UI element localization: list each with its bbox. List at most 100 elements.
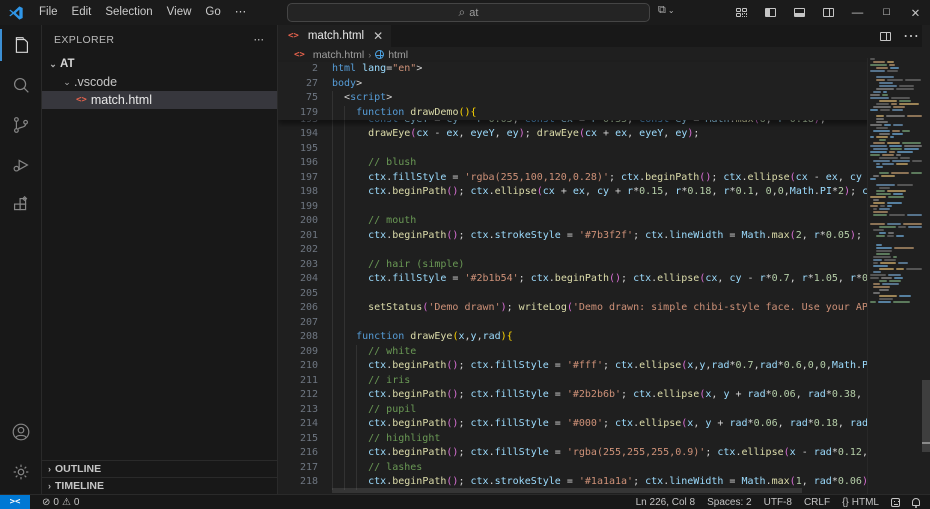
line-number[interactable]: 195 [278,142,318,157]
sticky-line[interactable]: 27body> [278,77,930,92]
code-line[interactable]: 212 ctx.beginPath(); ctx.fillStyle = '#2… [278,388,930,403]
toggle-sidebar-icon[interactable] [756,0,785,25]
problems-status[interactable]: ⊘ 0 ⚠ 0 [36,495,85,509]
line-number[interactable]: 212 [278,388,318,403]
tree-item-match-html[interactable]: <>match.html [42,91,277,109]
tab-match-html[interactable]: <> match.html ✕ [278,25,391,47]
menu-view[interactable]: View [160,0,199,25]
tree-item--vscode[interactable]: ⌄.vscode [42,73,277,91]
minimap[interactable] [867,58,922,494]
line-number[interactable]: 204 [278,272,318,287]
code-line[interactable]: 198 ctx.beginPath(); ctx.ellipse(cx + ex… [278,185,930,200]
activity-run-debug-icon[interactable] [0,145,42,185]
encoding-status[interactable]: UTF-8 [758,495,798,509]
activity-search-icon[interactable] [0,65,42,105]
menu-more[interactable]: ⋯ [228,0,254,25]
remote-indicator[interactable]: >< [0,495,30,509]
language-mode[interactable]: {} HTML [836,495,885,509]
code-line[interactable]: 194 drawEye(cx - ex, eyeY, ey); drawEye(… [278,127,930,142]
layout-dropdown[interactable]: ⧉ ⌄ [658,4,675,17]
code-line[interactable]: 216 ctx.beginPath(); ctx.fillStyle = 'rg… [278,446,930,461]
code-line[interactable]: 217 // lashes [278,461,930,476]
line-number[interactable]: 213 [278,403,318,418]
line-number[interactable]: 214 [278,417,318,432]
line-number[interactable]: 215 [278,432,318,447]
line-number[interactable]: 2 [278,62,318,77]
explorer-more-icon[interactable]: ⋯ [254,34,266,46]
line-number[interactable]: 206 [278,301,318,316]
menu-go[interactable]: Go [198,0,227,25]
line-number[interactable]: 207 [278,316,318,331]
activity-source-control-icon[interactable] [0,105,42,145]
horizontal-scrollbar-thumb[interactable] [332,488,802,493]
line-number[interactable]: 199 [278,200,318,215]
menu-selection[interactable]: Selection [98,0,159,25]
code-line[interactable]: 205 [278,287,930,302]
line-number[interactable]: 194 [278,127,318,142]
code-line[interactable]: 207 [278,316,930,331]
activity-explorer-icon[interactable] [0,25,42,65]
code-line[interactable]: 211 // iris [278,374,930,389]
horizontal-scrollbar[interactable] [332,488,866,493]
menu-edit[interactable]: Edit [65,0,99,25]
tab-close-icon[interactable]: ✕ [373,29,383,43]
code-line[interactable]: 197 ctx.fillStyle = 'rgba(255,100,120,0.… [278,171,930,186]
indentation-status[interactable]: Spaces: 2 [701,495,757,509]
cursor-position[interactable]: Ln 226, Col 8 [630,495,702,509]
split-editor-icon[interactable] [880,32,891,41]
code-line[interactable]: 209 // white [278,345,930,360]
line-number[interactable]: 209 [278,345,318,360]
settings-gear-icon[interactable] [0,452,42,492]
toggle-panel-icon[interactable] [785,0,814,25]
close-button[interactable]: ✕ [901,0,930,25]
line-number[interactable]: 197 [278,171,318,186]
code-line[interactable]: 213 // pupil [278,403,930,418]
code-line[interactable]: 193 const eyeY = cy - r*0.05; const ex =… [278,120,930,127]
code-area[interactable]: 193 const eyeY = cy - r*0.05; const ex =… [278,120,930,509]
sticky-line[interactable]: 2html lang="en"> [278,62,930,77]
code-line[interactable]: 201 ctx.beginPath(); ctx.strokeStyle = '… [278,229,930,244]
code-line[interactable]: 196 // blush [278,156,930,171]
tree-item-AT[interactable]: ⌄AT [42,55,277,73]
minimize-button[interactable]: — [843,0,872,25]
activity-extensions-icon[interactable] [0,185,42,225]
line-number[interactable]: 217 [278,461,318,476]
line-number[interactable]: 193 [278,120,318,127]
line-number[interactable]: 27 [278,77,318,92]
customize-layout-icon[interactable] [727,0,756,25]
line-number[interactable]: 201 [278,229,318,244]
sticky-line[interactable]: 179 function drawDemo(){ [278,106,930,121]
code-line[interactable]: 210 ctx.beginPath(); ctx.fillStyle = '#f… [278,359,930,374]
line-number[interactable]: 208 [278,330,318,345]
vertical-scrollbar[interactable] [922,25,930,494]
line-number[interactable]: 211 [278,374,318,389]
line-number[interactable]: 216 [278,446,318,461]
toggle-secondary-sidebar-icon[interactable] [814,0,843,25]
line-number[interactable]: 75 [278,91,318,106]
editor-more-icon[interactable]: ⋯ [903,26,920,46]
code-line[interactable]: 200 // mouth [278,214,930,229]
line-number[interactable]: 200 [278,214,318,229]
breadcrumb-file[interactable]: match.html [313,49,364,61]
line-number[interactable]: 202 [278,243,318,258]
line-number[interactable]: 210 [278,359,318,374]
maximize-button[interactable]: ☐ [872,0,901,25]
code-line[interactable]: 203 // hair (simple) [278,258,930,273]
eol-status[interactable]: CRLF [798,495,836,509]
search-input[interactable]: ⌕ at [287,3,650,22]
line-number[interactable]: 203 [278,258,318,273]
code-line[interactable]: 215 // highlight [278,432,930,447]
code-line[interactable]: 204 ctx.fillStyle = '#2b1b54'; ctx.begin… [278,272,930,287]
code-line[interactable]: 214 ctx.beginPath(); ctx.fillStyle = '#0… [278,417,930,432]
code-line[interactable]: 199 [278,200,930,215]
notifications-bell-icon[interactable] [906,495,930,509]
line-number[interactable]: 179 [278,106,318,121]
breadcrumb-symbol[interactable]: html [388,49,408,61]
feedback-icon[interactable] [885,495,906,509]
accounts-icon[interactable] [0,412,42,452]
line-number[interactable]: 198 [278,185,318,200]
code-line[interactable]: 206 setStatus('Demo drawn'); writeLog('D… [278,301,930,316]
line-number[interactable]: 205 [278,287,318,302]
menu-file[interactable]: File [32,0,65,25]
breadcrumb[interactable]: <> match.html › html [278,47,930,62]
